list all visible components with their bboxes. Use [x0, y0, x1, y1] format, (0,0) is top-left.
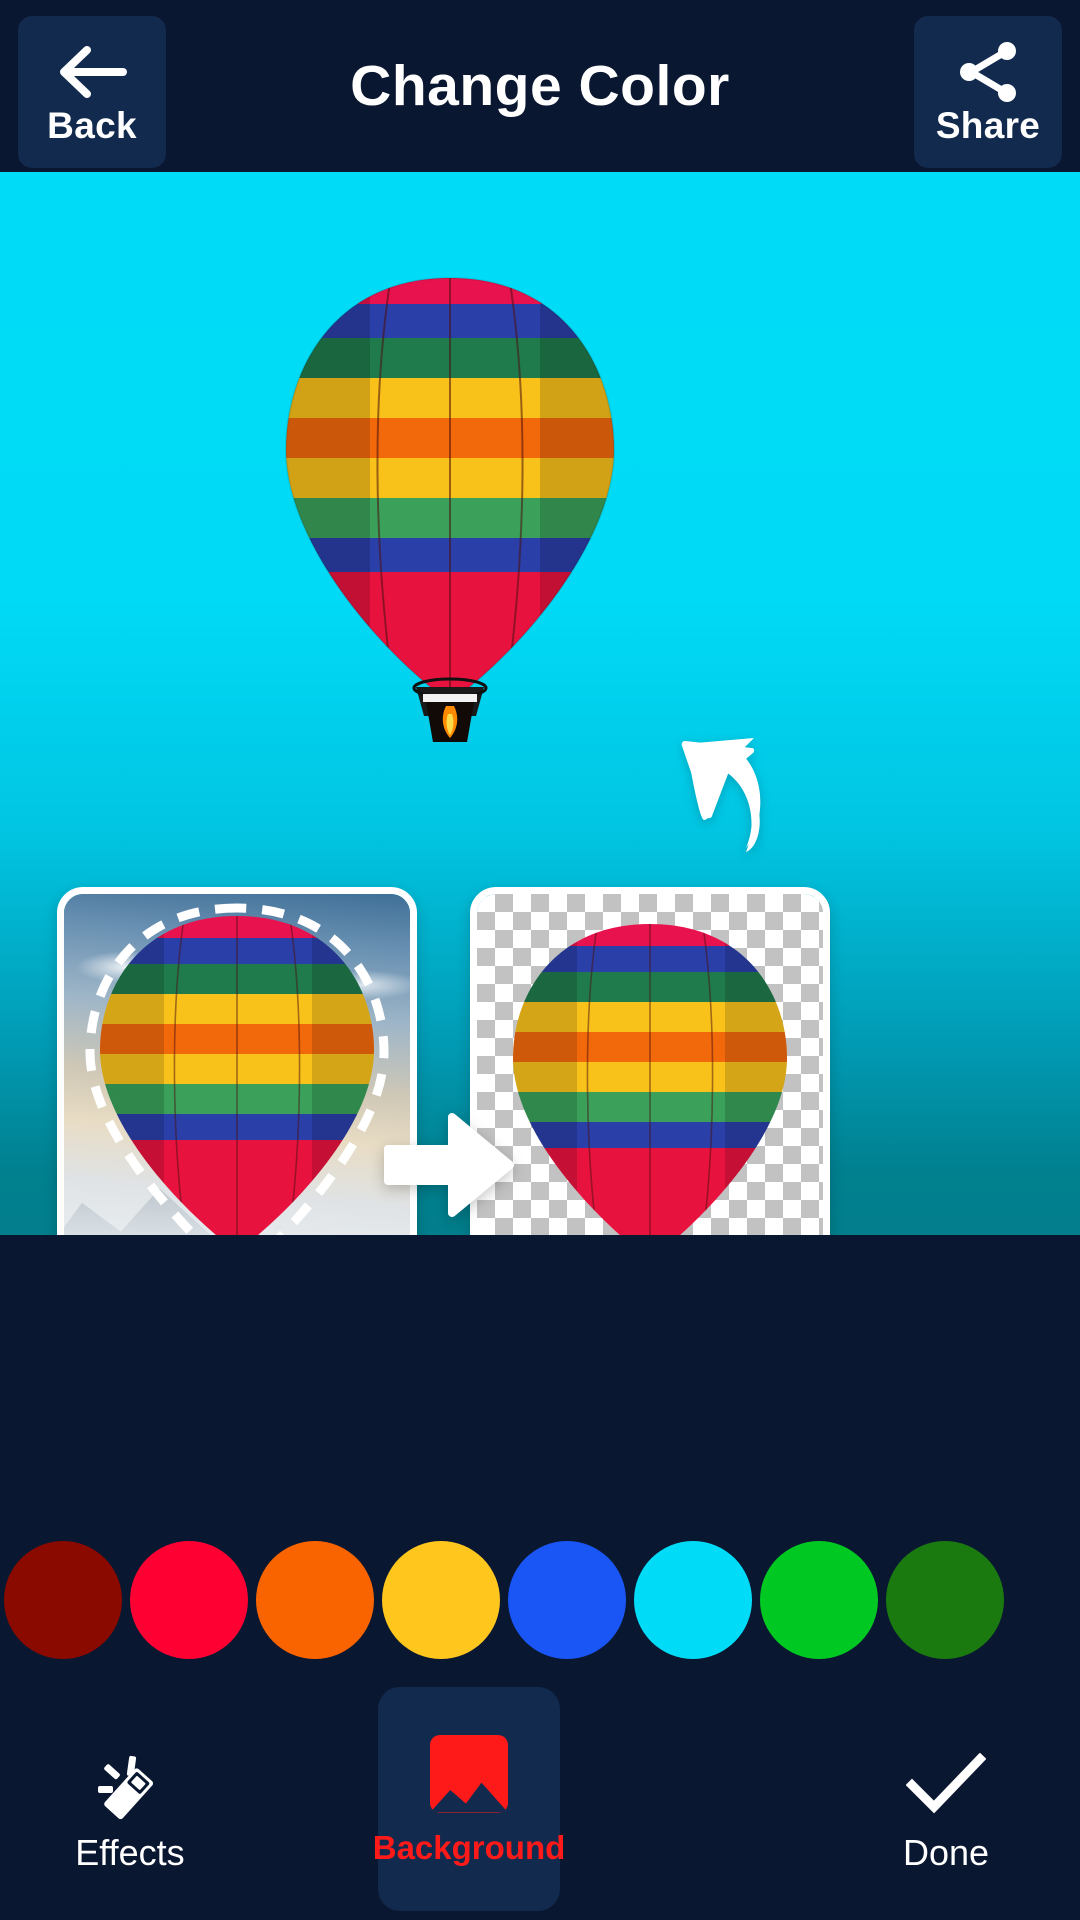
- color-swatch-red[interactable]: [130, 1541, 248, 1659]
- balloon-subject-after: [477, 894, 823, 1235]
- editor-canvas[interactable]: [0, 172, 1080, 1235]
- bottom-toolbar: Effects Background Done: [0, 1687, 1080, 1920]
- share-icon: [955, 41, 1021, 103]
- background-button[interactable]: Background: [373, 1687, 565, 1911]
- color-swatch-item[interactable]: [756, 1525, 882, 1675]
- image-icon: [430, 1734, 508, 1813]
- color-swatch-item[interactable]: [882, 1525, 1008, 1675]
- color-swatch-list[interactable]: [0, 1525, 1080, 1675]
- done-button[interactable]: Done: [824, 1697, 1068, 1920]
- image-icon-mountain: [430, 1782, 508, 1813]
- balloon-subject-main[interactable]: [240, 182, 660, 790]
- preview-card-after[interactable]: [470, 887, 830, 1235]
- back-button[interactable]: Back: [18, 16, 166, 168]
- preview-cards: [0, 887, 1080, 1235]
- effects-button[interactable]: Effects: [8, 1697, 252, 1920]
- back-button-label: Back: [47, 104, 137, 146]
- done-button-label: Done: [902, 1831, 990, 1873]
- app-root: Change Color Back Share Effects Backgrou…: [0, 0, 1080, 1920]
- arrow-left-icon: [55, 41, 129, 103]
- checkmark-icon: [906, 1747, 986, 1821]
- color-swatch-item[interactable]: [378, 1525, 504, 1675]
- curved-arrow-up-left-icon: [666, 724, 806, 864]
- color-swatch-cyan[interactable]: [634, 1541, 752, 1659]
- color-swatch-dark-green[interactable]: [886, 1541, 1004, 1659]
- background-button-label: Background: [372, 1828, 566, 1866]
- color-swatch-yellow[interactable]: [382, 1541, 500, 1659]
- top-bar: Change Color Back Share: [0, 0, 1080, 172]
- preview-card-before[interactable]: [57, 887, 417, 1235]
- color-swatch-item[interactable]: [630, 1525, 756, 1675]
- color-swatch-orange[interactable]: [256, 1541, 374, 1659]
- color-swatch-dark-red[interactable]: [4, 1541, 122, 1659]
- share-button[interactable]: Share: [914, 16, 1062, 168]
- color-swatch-item[interactable]: [504, 1525, 630, 1675]
- magic-wand-icon: [92, 1747, 168, 1821]
- color-swatch-blue[interactable]: [508, 1541, 626, 1659]
- arrow-right-icon: [384, 1109, 514, 1221]
- color-swatch-item[interactable]: [252, 1525, 378, 1675]
- balloon-subject-before: [64, 894, 410, 1235]
- color-swatch-item[interactable]: [126, 1525, 252, 1675]
- color-swatch-green[interactable]: [760, 1541, 878, 1659]
- effects-button-label: Effects: [75, 1831, 185, 1873]
- share-button-label: Share: [935, 104, 1041, 146]
- color-palette-bar[interactable]: [0, 1235, 1080, 1697]
- color-swatch-item[interactable]: [0, 1525, 126, 1675]
